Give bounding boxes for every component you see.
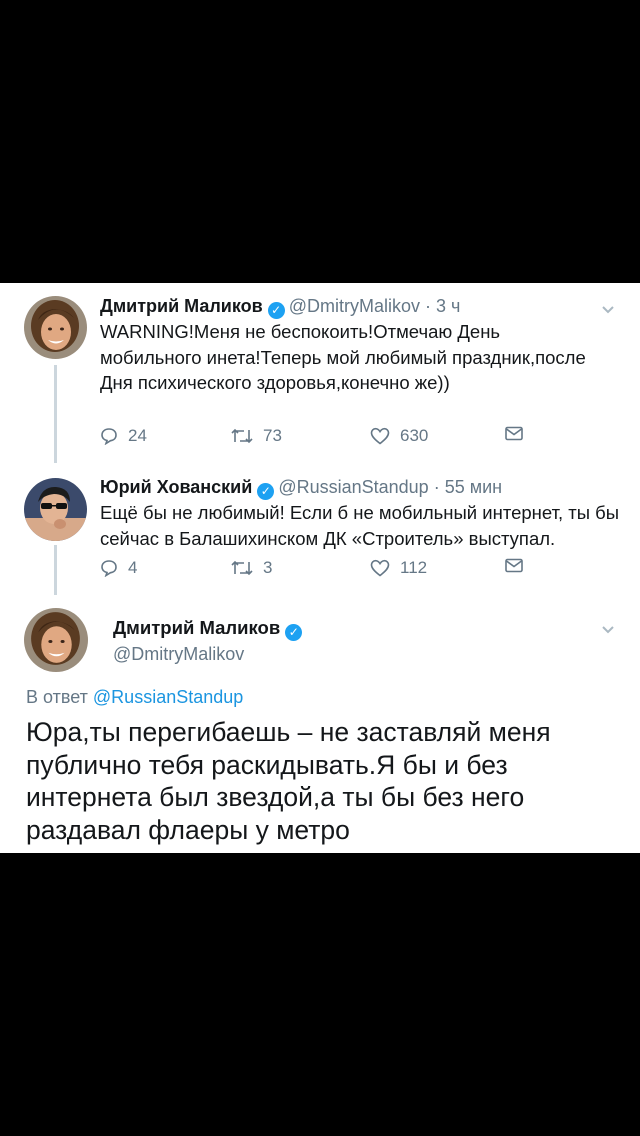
- retweet-icon: [231, 560, 253, 576]
- author-handle[interactable]: @RussianStandup: [278, 477, 428, 497]
- like-icon: [370, 427, 390, 445]
- author-name[interactable]: Дмитрий Маликов: [113, 617, 280, 638]
- like-button[interactable]: 112: [370, 558, 427, 578]
- tweet-2-actions: 4 3 112: [100, 558, 540, 582]
- reply-button[interactable]: 4: [100, 558, 137, 578]
- separator-dot: ·: [425, 296, 431, 316]
- reply-count: 4: [128, 558, 138, 577]
- thread-line-1: [54, 365, 57, 463]
- main-tweet-author[interactable]: Дмитрий Маликов ✓: [113, 617, 306, 641]
- like-count: 630: [400, 426, 429, 445]
- chevron-down-icon[interactable]: [601, 305, 615, 315]
- tweet-thread-card: Дмитрий Маликов ✓ @DmitryMalikov · 3 ч WAR…: [0, 283, 640, 853]
- reply-prefix: В ответ: [26, 687, 88, 707]
- reply-icon: [101, 428, 117, 445]
- author-handle[interactable]: @DmitryMalikov: [289, 296, 420, 316]
- direct-message-button[interactable]: [505, 558, 533, 573]
- main-tweet-text: Юра,ты перегибаешь – не заставляй меня п…: [26, 717, 551, 845]
- retweet-count: 3: [263, 558, 273, 577]
- avatar-khovansky[interactable]: [24, 478, 87, 541]
- reply-mention-link[interactable]: @RussianStandup: [93, 687, 243, 707]
- direct-message-button[interactable]: [505, 426, 533, 441]
- avatar-malikov-1[interactable]: [24, 296, 87, 359]
- thread-line-2: [54, 545, 57, 595]
- retweet-button[interactable]: 3: [231, 558, 272, 578]
- reply-button[interactable]: 24: [100, 426, 147, 446]
- reply-context: В ответ @RussianStandup: [26, 687, 243, 708]
- reply-icon: [101, 560, 117, 577]
- verified-badge-icon: ✓: [267, 302, 285, 319]
- tweet-time[interactable]: 55 мин: [445, 477, 502, 497]
- tweet-2-header: Юрий Хованский ✓ @RussianStandup · 55 мин: [100, 477, 502, 500]
- direct-message-icon: [505, 558, 523, 573]
- author-name[interactable]: Юрий Хованский: [100, 477, 252, 497]
- tweet-1-actions: 24 73 630: [100, 426, 540, 450]
- retweet-count: 73: [263, 426, 282, 445]
- like-icon: [370, 559, 390, 577]
- tweet-1-text: WARNING!Меня не беспокоить!Отмечаю День …: [100, 321, 586, 393]
- retweet-button[interactable]: 73: [231, 426, 282, 446]
- author-name[interactable]: Дмитрий Маликов: [100, 296, 263, 316]
- tweet-2-text: Ещё бы не любимый! Если б не мобильный и…: [100, 502, 620, 549]
- tweet-time[interactable]: 3 ч: [436, 296, 460, 316]
- retweet-icon: [231, 428, 253, 444]
- tweet-1-header: Дмитрий Маликов ✓ @DmitryMalikov · 3 ч: [100, 296, 460, 319]
- direct-message-icon: [505, 426, 523, 441]
- separator-dot: ·: [433, 477, 440, 497]
- chevron-down-icon[interactable]: [601, 625, 615, 635]
- avatar-malikov-main[interactable]: [24, 608, 88, 672]
- like-button[interactable]: 630: [370, 426, 428, 446]
- like-count: 112: [400, 558, 428, 577]
- verified-badge-icon: ✓: [257, 483, 275, 500]
- reply-count: 24: [128, 426, 147, 445]
- main-tweet-handle[interactable]: @DmitryMalikov: [113, 644, 244, 665]
- verified-badge-icon: ✓: [285, 624, 303, 641]
